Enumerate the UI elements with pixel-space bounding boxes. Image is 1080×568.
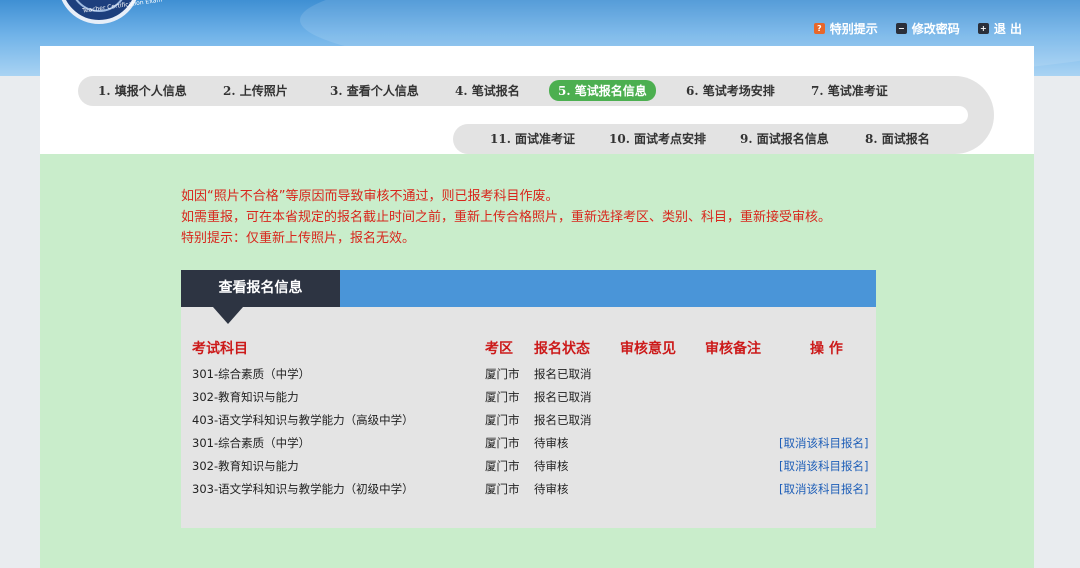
- change-password-link[interactable]: − 修改密码: [895, 20, 960, 37]
- header-review-opinion: 审核意见: [620, 341, 676, 357]
- header-action: 操 作: [810, 341, 843, 357]
- step-8-interview-register[interactable]: 8. 面试报名: [865, 130, 930, 147]
- table-row: 403-语文学科知识与教学能力（高级中学） 厦门市 报名已取消: [181, 408, 876, 431]
- notice-line-1: 如因“照片不合格”等原因而导致审核不通过，则已报考科目作废。: [181, 189, 559, 204]
- logout-link[interactable]: + 退 出: [977, 20, 1022, 37]
- special-notice-label: 特别提示: [829, 22, 878, 36]
- cell-status: 报名已取消: [534, 390, 592, 404]
- cancel-subject-link[interactable]: [取消该科目报名]: [779, 435, 868, 451]
- top-links: ? 特别提示 − 修改密码 + 退 出: [813, 20, 1022, 37]
- cell-region: 厦门市: [485, 390, 520, 404]
- change-password-label: 修改密码: [911, 22, 960, 36]
- cancel-subject-link[interactable]: [取消该科目报名]: [779, 481, 868, 497]
- cell-region: 厦门市: [485, 459, 520, 473]
- cell-region: 厦门市: [485, 413, 520, 427]
- step-5-written-register-info[interactable]: 5. 笔试报名信息: [549, 80, 656, 101]
- header-status: 报名状态: [534, 341, 590, 357]
- cell-subject: 303-语文学科知识与教学能力（初级中学）: [192, 482, 414, 496]
- notice-line-2: 如需重报，可在本省规定的报名截止时间之前，重新上传合格照片，重新选择考区、类别、…: [181, 210, 832, 225]
- cell-status: 报名已取消: [534, 413, 592, 427]
- header-subject: 考试科目: [192, 341, 248, 357]
- step-6-written-exam-room[interactable]: 6. 笔试考场安排: [686, 82, 775, 99]
- logout-label: 退 出: [993, 22, 1022, 36]
- main-panel: 1. 填报个人信息 2. 上传照片 3. 查看个人信息 4. 笔试报名 5. 笔…: [40, 46, 1034, 568]
- step-3-view-info[interactable]: 3. 查看个人信息: [330, 82, 419, 99]
- cell-region: 厦门市: [485, 482, 520, 496]
- table-row: 302-教育知识与能力 厦门市 报名已取消: [181, 385, 876, 408]
- registration-info-box: 查看报名信息 考试科目 考区 报名状态 审核意见 审核备注 操 作 301-综合…: [181, 270, 876, 528]
- header-review-note: 审核备注: [705, 341, 761, 357]
- question-icon: ?: [813, 23, 825, 34]
- cell-status: 待审核: [534, 459, 569, 473]
- box-header-bar: 查看报名信息: [181, 270, 876, 307]
- section-tab: 查看报名信息: [181, 270, 340, 307]
- cell-region: 厦门市: [485, 367, 520, 381]
- notice-block: 如因“照片不合格”等原因而导致审核不通过，则已报考科目作废。 如需重报，可在本省…: [181, 186, 831, 249]
- table-row: 303-语文学科知识与教学能力（初级中学） 厦门市 待审核 [取消该科目报名]: [181, 477, 876, 500]
- cell-status: 待审核: [534, 482, 569, 496]
- tab-pointer: [213, 307, 243, 324]
- step-7-written-admission[interactable]: 7. 笔试准考证: [811, 82, 888, 99]
- table-header-row: 考试科目 考区 报名状态 审核意见 审核备注 操 作: [181, 338, 876, 362]
- cell-subject: 302-教育知识与能力: [192, 459, 299, 473]
- content-area: 如因“照片不合格”等原因而导致审核不通过，则已报考科目作废。 如需重报，可在本省…: [40, 154, 1034, 568]
- header-region: 考区: [485, 341, 513, 357]
- step-nav: 1. 填报个人信息 2. 上传照片 3. 查看个人信息 4. 笔试报名 5. 笔…: [78, 76, 994, 154]
- step-1-fill-info[interactable]: 1. 填报个人信息: [98, 82, 187, 99]
- step-4-written-register[interactable]: 4. 笔试报名: [455, 82, 520, 99]
- step-track-gap: [888, 106, 968, 124]
- logo: Teacher Certification Exam: [58, 0, 163, 24]
- cell-subject: 301-综合素质（中学）: [192, 436, 311, 450]
- table-row: 301-综合素质（中学） 厦门市 待审核 [取消该科目报名]: [181, 431, 876, 454]
- special-notice-link[interactable]: ? 特别提示: [813, 20, 878, 37]
- step-2-upload-photo[interactable]: 2. 上传照片: [223, 82, 288, 99]
- table-row: 301-综合素质（中学） 厦门市 报名已取消: [181, 362, 876, 385]
- minus-icon: −: [895, 23, 907, 34]
- table-row: 302-教育知识与能力 厦门市 待审核 [取消该科目报名]: [181, 454, 876, 477]
- step-9-interview-register-info[interactable]: 9. 面试报名信息: [740, 130, 829, 147]
- cancel-subject-link[interactable]: [取消该科目报名]: [779, 458, 868, 474]
- cell-subject: 403-语文学科知识与教学能力（高级中学）: [192, 413, 414, 427]
- cell-status: 待审核: [534, 436, 569, 450]
- notice-line-3: 特别提示：仅重新上传照片，报名无效。: [181, 231, 416, 246]
- plus-icon: +: [977, 23, 989, 34]
- cell-subject: 301-综合素质（中学）: [192, 367, 311, 381]
- cell-region: 厦门市: [485, 436, 520, 450]
- cell-status: 报名已取消: [534, 367, 592, 381]
- cell-subject: 302-教育知识与能力: [192, 390, 299, 404]
- step-10-interview-site[interactable]: 10. 面试考点安排: [609, 130, 706, 147]
- registration-table: 考试科目 考区 报名状态 审核意见 审核备注 操 作 301-综合素质（中学） …: [181, 338, 876, 500]
- step-11-interview-admission[interactable]: 11. 面试准考证: [490, 130, 575, 147]
